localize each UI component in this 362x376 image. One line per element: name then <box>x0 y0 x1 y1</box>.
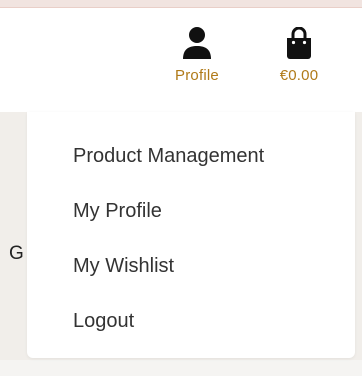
shopping-bag-icon <box>284 27 314 59</box>
profile-link[interactable]: Profile <box>166 27 228 84</box>
user-icon <box>182 27 212 59</box>
content-band <box>0 360 362 376</box>
site-header: Profile €0.00 <box>0 8 362 112</box>
menu-item-my-wishlist[interactable]: My Wishlist <box>73 255 174 278</box>
menu-item-my-profile[interactable]: My Profile <box>73 200 162 223</box>
profile-dropdown-menu: Product Management My Profile My Wishlis… <box>27 112 355 358</box>
menu-item-logout[interactable]: Logout <box>73 310 134 333</box>
profile-label: Profile <box>175 67 219 84</box>
bag-total: €0.00 <box>279 67 319 84</box>
menu-item-product-management[interactable]: Product Management <box>73 145 264 168</box>
partially-hidden-heading: G <box>9 243 24 264</box>
page: Profile €0.00 G Product Management My Pr… <box>0 0 362 376</box>
top-banner-strip <box>0 0 362 7</box>
shopping-bag-link[interactable]: €0.00 <box>266 27 332 84</box>
